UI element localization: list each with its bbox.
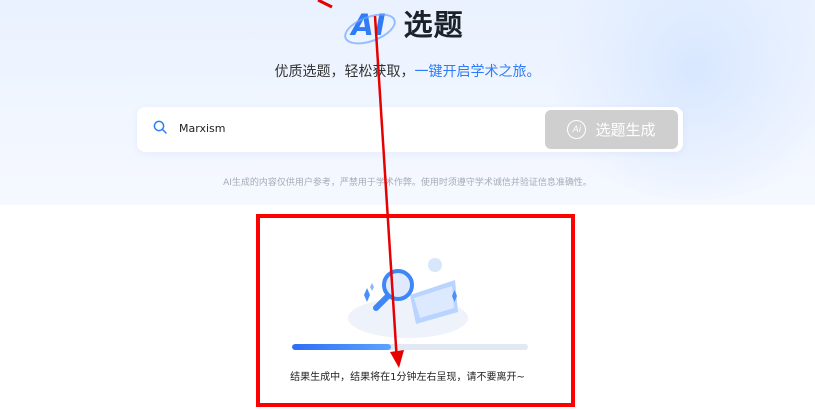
generate-topic-button[interactable]: Ai 选题生成 xyxy=(545,110,678,149)
page-title: AI 选题 xyxy=(0,2,815,51)
ai-ring-decoration xyxy=(340,7,401,51)
search-icon xyxy=(153,120,167,134)
disclaimer-text: AI生成的内容仅供用户参考，严禁用于学术作弊。使用时须遵守学术诚信并验证信息准确… xyxy=(223,178,592,188)
search-input[interactable] xyxy=(177,121,541,136)
title-ai-text: AI xyxy=(340,7,401,51)
search-bar: Ai 选题生成 xyxy=(137,107,683,152)
subtitle-main: 优质选题，轻松获取， xyxy=(274,64,415,80)
annotation-highlight-box xyxy=(256,214,575,407)
title-main-text: 选题 xyxy=(403,8,464,42)
generate-button-label: 选题生成 xyxy=(595,121,656,139)
hero-banner: AI 选题 优质选题，轻松获取，一键开启学术之旅。 Ai 选题生成 AI生成的内… xyxy=(0,0,815,205)
ai-badge-icon: Ai xyxy=(567,120,587,139)
subtitle-highlight: 一键开启学术之旅。 xyxy=(414,64,541,80)
subtitle: 优质选题，轻松获取，一键开启学术之旅。 xyxy=(0,61,815,81)
